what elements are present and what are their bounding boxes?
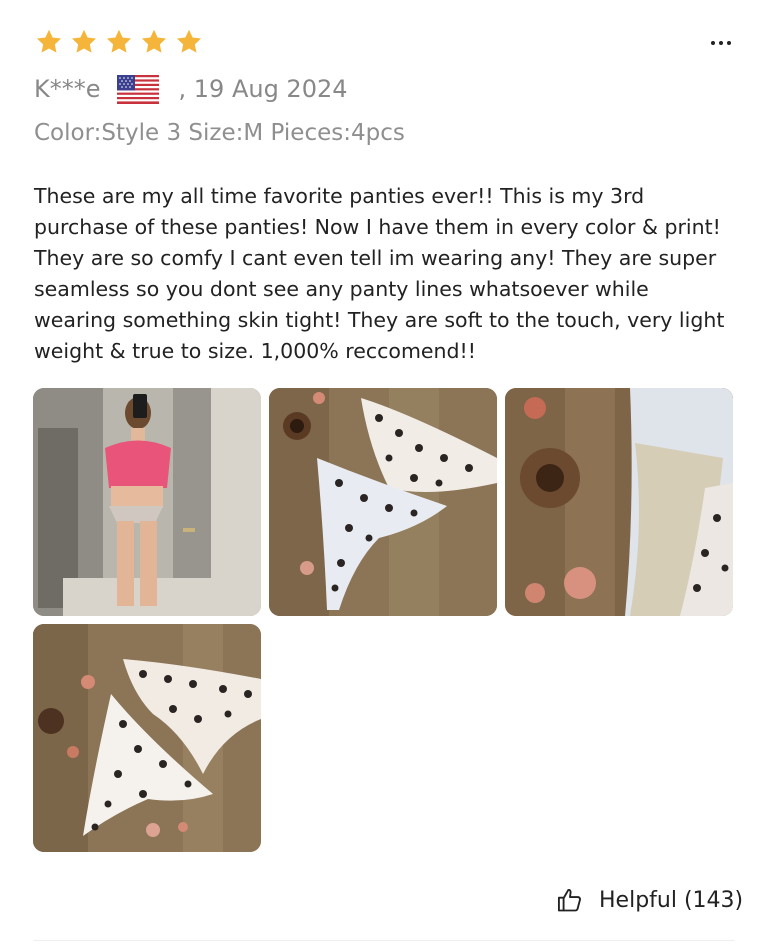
product-variant: Color:Style 3 Size:M Pieces:4pcs (34, 120, 405, 146)
photo-leopard-panties (269, 388, 497, 616)
reviewer-name: K***e (34, 75, 101, 103)
us-flag-icon (116, 74, 159, 104)
more-options-icon[interactable] (706, 38, 736, 48)
review-photo[interactable] (269, 388, 497, 616)
review-photo[interactable] (33, 624, 261, 852)
review-meta: K***e , 19 Aug 2024 (34, 72, 348, 106)
review-text: These are my all time favorite panties e… (34, 184, 725, 363)
photo-mirror-selfie (33, 388, 261, 616)
review-photo[interactable] (505, 388, 733, 616)
rating-stars (33, 28, 205, 56)
photo-panty-lining (505, 388, 733, 616)
photo-two-leopard-panties (33, 624, 261, 852)
star-icon (33, 28, 65, 56)
star-icon (103, 28, 135, 56)
star-icon (173, 28, 205, 56)
thumbs-up-icon (557, 889, 581, 912)
helpful-label: Helpful (143) (599, 887, 744, 913)
star-icon (68, 28, 100, 56)
review-date: , 19 Aug 2024 (178, 75, 348, 103)
review-photo[interactable] (33, 388, 261, 616)
divider (34, 940, 734, 941)
helpful-button[interactable]: Helpful (143) (556, 883, 743, 917)
star-icon (138, 28, 170, 56)
